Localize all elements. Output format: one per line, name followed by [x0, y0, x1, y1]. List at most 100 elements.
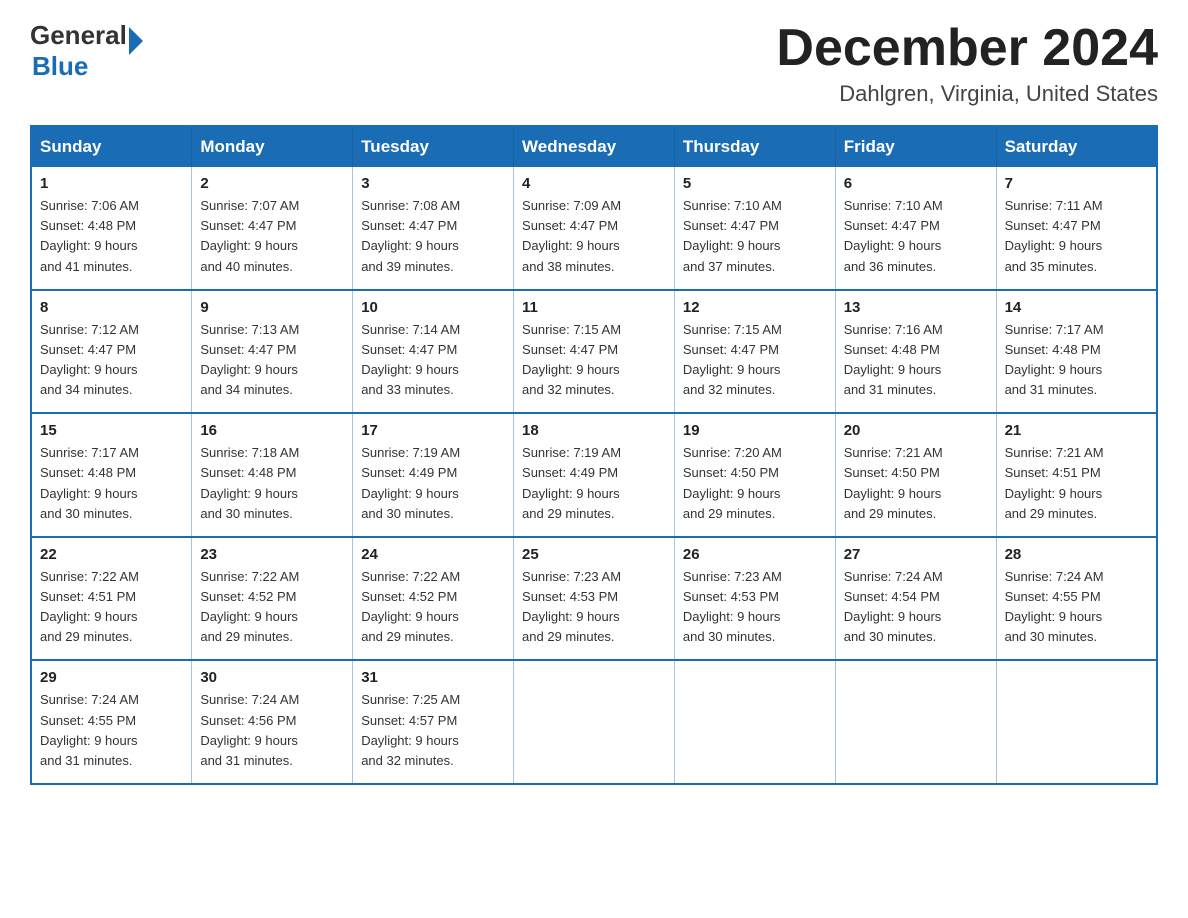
- weekday-header-row: SundayMondayTuesdayWednesdayThursdayFrid…: [31, 126, 1157, 167]
- day-info: Sunrise: 7:07 AMSunset: 4:47 PMDaylight:…: [200, 198, 299, 273]
- calendar-body: 1 Sunrise: 7:06 AMSunset: 4:48 PMDayligh…: [31, 167, 1157, 784]
- day-number: 7: [1005, 175, 1148, 192]
- day-info: Sunrise: 7:17 AMSunset: 4:48 PMDaylight:…: [40, 445, 139, 520]
- day-number: 2: [200, 175, 344, 192]
- day-info: Sunrise: 7:20 AMSunset: 4:50 PMDaylight:…: [683, 445, 782, 520]
- calendar-week-row: 1 Sunrise: 7:06 AMSunset: 4:48 PMDayligh…: [31, 167, 1157, 290]
- day-number: 23: [200, 546, 344, 563]
- day-number: 31: [361, 669, 505, 686]
- day-number: 13: [844, 299, 988, 316]
- day-number: 18: [522, 422, 666, 439]
- day-info: Sunrise: 7:23 AMSunset: 4:53 PMDaylight:…: [522, 569, 621, 644]
- calendar-cell: 7 Sunrise: 7:11 AMSunset: 4:47 PMDayligh…: [996, 167, 1157, 290]
- day-number: 4: [522, 175, 666, 192]
- calendar-table: SundayMondayTuesdayWednesdayThursdayFrid…: [30, 125, 1158, 785]
- day-info: Sunrise: 7:19 AMSunset: 4:49 PMDaylight:…: [522, 445, 621, 520]
- calendar-cell: 8 Sunrise: 7:12 AMSunset: 4:47 PMDayligh…: [31, 290, 192, 414]
- calendar-cell: 13 Sunrise: 7:16 AMSunset: 4:48 PMDaylig…: [835, 290, 996, 414]
- day-info: Sunrise: 7:24 AMSunset: 4:54 PMDaylight:…: [844, 569, 943, 644]
- day-number: 17: [361, 422, 505, 439]
- calendar-cell: 22 Sunrise: 7:22 AMSunset: 4:51 PMDaylig…: [31, 537, 192, 661]
- day-info: Sunrise: 7:08 AMSunset: 4:47 PMDaylight:…: [361, 198, 460, 273]
- day-number: 12: [683, 299, 827, 316]
- day-info: Sunrise: 7:22 AMSunset: 4:51 PMDaylight:…: [40, 569, 139, 644]
- calendar-cell: 24 Sunrise: 7:22 AMSunset: 4:52 PMDaylig…: [353, 537, 514, 661]
- calendar-cell: 16 Sunrise: 7:18 AMSunset: 4:48 PMDaylig…: [192, 413, 353, 537]
- logo-blue-text: Blue: [32, 51, 143, 82]
- calendar-cell: 2 Sunrise: 7:07 AMSunset: 4:47 PMDayligh…: [192, 167, 353, 290]
- day-info: Sunrise: 7:19 AMSunset: 4:49 PMDaylight:…: [361, 445, 460, 520]
- day-info: Sunrise: 7:14 AMSunset: 4:47 PMDaylight:…: [361, 322, 460, 397]
- day-number: 3: [361, 175, 505, 192]
- weekday-header-monday: Monday: [192, 126, 353, 167]
- day-info: Sunrise: 7:24 AMSunset: 4:56 PMDaylight:…: [200, 692, 299, 767]
- calendar-cell: [996, 660, 1157, 784]
- weekday-header-saturday: Saturday: [996, 126, 1157, 167]
- calendar-cell: 20 Sunrise: 7:21 AMSunset: 4:50 PMDaylig…: [835, 413, 996, 537]
- weekday-header-sunday: Sunday: [31, 126, 192, 167]
- day-number: 1: [40, 175, 183, 192]
- calendar-cell: 17 Sunrise: 7:19 AMSunset: 4:49 PMDaylig…: [353, 413, 514, 537]
- calendar-cell: 31 Sunrise: 7:25 AMSunset: 4:57 PMDaylig…: [353, 660, 514, 784]
- day-info: Sunrise: 7:25 AMSunset: 4:57 PMDaylight:…: [361, 692, 460, 767]
- day-number: 5: [683, 175, 827, 192]
- day-info: Sunrise: 7:17 AMSunset: 4:48 PMDaylight:…: [1005, 322, 1104, 397]
- day-info: Sunrise: 7:15 AMSunset: 4:47 PMDaylight:…: [683, 322, 782, 397]
- day-number: 19: [683, 422, 827, 439]
- day-info: Sunrise: 7:12 AMSunset: 4:47 PMDaylight:…: [40, 322, 139, 397]
- day-number: 8: [40, 299, 183, 316]
- day-info: Sunrise: 7:23 AMSunset: 4:53 PMDaylight:…: [683, 569, 782, 644]
- calendar-cell: 29 Sunrise: 7:24 AMSunset: 4:55 PMDaylig…: [31, 660, 192, 784]
- weekday-header-friday: Friday: [835, 126, 996, 167]
- day-info: Sunrise: 7:06 AMSunset: 4:48 PMDaylight:…: [40, 198, 139, 273]
- day-number: 24: [361, 546, 505, 563]
- day-number: 9: [200, 299, 344, 316]
- day-number: 16: [200, 422, 344, 439]
- page-header: General Blue December 2024 Dahlgren, Vir…: [30, 20, 1158, 107]
- calendar-cell: 19 Sunrise: 7:20 AMSunset: 4:50 PMDaylig…: [674, 413, 835, 537]
- calendar-cell: 10 Sunrise: 7:14 AMSunset: 4:47 PMDaylig…: [353, 290, 514, 414]
- day-number: 27: [844, 546, 988, 563]
- calendar-week-row: 29 Sunrise: 7:24 AMSunset: 4:55 PMDaylig…: [31, 660, 1157, 784]
- calendar-cell: [674, 660, 835, 784]
- calendar-cell: 1 Sunrise: 7:06 AMSunset: 4:48 PMDayligh…: [31, 167, 192, 290]
- day-number: 20: [844, 422, 988, 439]
- day-number: 29: [40, 669, 183, 686]
- calendar-cell: 9 Sunrise: 7:13 AMSunset: 4:47 PMDayligh…: [192, 290, 353, 414]
- day-info: Sunrise: 7:10 AMSunset: 4:47 PMDaylight:…: [683, 198, 782, 273]
- day-number: 25: [522, 546, 666, 563]
- calendar-cell: 30 Sunrise: 7:24 AMSunset: 4:56 PMDaylig…: [192, 660, 353, 784]
- day-info: Sunrise: 7:09 AMSunset: 4:47 PMDaylight:…: [522, 198, 621, 273]
- day-info: Sunrise: 7:18 AMSunset: 4:48 PMDaylight:…: [200, 445, 299, 520]
- calendar-cell: [835, 660, 996, 784]
- calendar-cell: 5 Sunrise: 7:10 AMSunset: 4:47 PMDayligh…: [674, 167, 835, 290]
- day-number: 26: [683, 546, 827, 563]
- day-info: Sunrise: 7:11 AMSunset: 4:47 PMDaylight:…: [1005, 198, 1103, 273]
- day-info: Sunrise: 7:22 AMSunset: 4:52 PMDaylight:…: [361, 569, 460, 644]
- calendar-cell: 21 Sunrise: 7:21 AMSunset: 4:51 PMDaylig…: [996, 413, 1157, 537]
- day-number: 14: [1005, 299, 1148, 316]
- day-number: 11: [522, 299, 666, 316]
- calendar-cell: 11 Sunrise: 7:15 AMSunset: 4:47 PMDaylig…: [514, 290, 675, 414]
- day-info: Sunrise: 7:15 AMSunset: 4:47 PMDaylight:…: [522, 322, 621, 397]
- calendar-cell: 28 Sunrise: 7:24 AMSunset: 4:55 PMDaylig…: [996, 537, 1157, 661]
- day-info: Sunrise: 7:13 AMSunset: 4:47 PMDaylight:…: [200, 322, 299, 397]
- calendar-cell: 27 Sunrise: 7:24 AMSunset: 4:54 PMDaylig…: [835, 537, 996, 661]
- calendar-week-row: 8 Sunrise: 7:12 AMSunset: 4:47 PMDayligh…: [31, 290, 1157, 414]
- calendar-cell: 25 Sunrise: 7:23 AMSunset: 4:53 PMDaylig…: [514, 537, 675, 661]
- day-info: Sunrise: 7:24 AMSunset: 4:55 PMDaylight:…: [40, 692, 139, 767]
- day-number: 28: [1005, 546, 1148, 563]
- day-number: 22: [40, 546, 183, 563]
- calendar-cell: 14 Sunrise: 7:17 AMSunset: 4:48 PMDaylig…: [996, 290, 1157, 414]
- day-info: Sunrise: 7:16 AMSunset: 4:48 PMDaylight:…: [844, 322, 943, 397]
- calendar-week-row: 22 Sunrise: 7:22 AMSunset: 4:51 PMDaylig…: [31, 537, 1157, 661]
- calendar-cell: [514, 660, 675, 784]
- title-area: December 2024 Dahlgren, Virginia, United…: [776, 20, 1158, 107]
- logo: General Blue: [30, 20, 143, 82]
- day-info: Sunrise: 7:22 AMSunset: 4:52 PMDaylight:…: [200, 569, 299, 644]
- calendar-cell: 3 Sunrise: 7:08 AMSunset: 4:47 PMDayligh…: [353, 167, 514, 290]
- day-number: 21: [1005, 422, 1148, 439]
- day-number: 30: [200, 669, 344, 686]
- day-info: Sunrise: 7:24 AMSunset: 4:55 PMDaylight:…: [1005, 569, 1104, 644]
- day-info: Sunrise: 7:10 AMSunset: 4:47 PMDaylight:…: [844, 198, 943, 273]
